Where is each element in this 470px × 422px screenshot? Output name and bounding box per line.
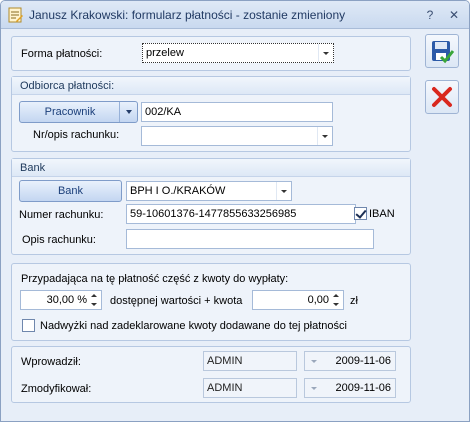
- account-number-field[interactable]: 59-10601376-1477855633256985: [126, 204, 356, 224]
- window-title: Janusz Krakowski: formularz płatności - …: [29, 8, 346, 22]
- payment-form-select[interactable]: przelew: [142, 43, 334, 63]
- chevron-down-icon[interactable]: [317, 127, 332, 145]
- amount-stepper[interactable]: 0,00: [252, 290, 344, 310]
- account-desc-label: Opis rachunku:: [22, 234, 96, 246]
- cancel-icon: [432, 87, 452, 107]
- cancel-button[interactable]: [425, 80, 459, 114]
- bank-legend: Bank: [12, 159, 410, 177]
- recipient-type-label: Pracownik: [44, 106, 96, 118]
- percent-stepper[interactable]: 30,00 %: [20, 290, 102, 310]
- account-desc-field[interactable]: [126, 229, 374, 249]
- audit-panel: Wprowadził: ADMIN 2009-11-06 Zmodyfikowa…: [11, 346, 411, 403]
- iban-checkbox[interactable]: [354, 207, 367, 220]
- entered-date-value: 2009-11-06: [335, 355, 391, 367]
- iban-label: IBAN: [369, 208, 395, 220]
- account-select[interactable]: [141, 126, 333, 146]
- percent-value: 30,00 %: [46, 294, 87, 306]
- recipient-code-field[interactable]: 002/KA: [141, 102, 333, 122]
- chevron-down-icon: [311, 360, 317, 363]
- chevron-down-icon[interactable]: [119, 102, 137, 122]
- account-number-label: Numer rachunku:: [19, 209, 104, 221]
- bank-value: BPH I O./KRAKÓW: [130, 185, 226, 197]
- account-label: Nr/opis rachunku:: [33, 129, 120, 141]
- save-icon: [432, 41, 455, 64]
- surplus-label: Nadwyżki nad zadeklarowane kwoty dodawan…: [40, 320, 347, 332]
- spinner-icon[interactable]: [89, 292, 100, 308]
- modified-date-value: 2009-11-06: [335, 382, 391, 394]
- bank-select[interactable]: BPH I O./KRAKÓW: [126, 181, 292, 201]
- surplus-checkbox[interactable]: [22, 319, 35, 332]
- chevron-down-icon: [311, 387, 317, 390]
- entered-by-field: ADMIN: [203, 351, 297, 371]
- modified-label: Zmodyfikował:: [21, 383, 92, 395]
- recipient-panel: Odbiorca płatności: Pracownik 002/KA Nr/…: [11, 76, 411, 152]
- chevron-down-icon[interactable]: [276, 182, 291, 200]
- help-button[interactable]: ?: [421, 7, 439, 23]
- save-button[interactable]: [425, 34, 459, 68]
- title-bar: Janusz Krakowski: formularz płatności - …: [1, 1, 469, 29]
- spinner-icon[interactable]: [331, 292, 342, 308]
- bank-panel: Bank Bank BPH I O./KRAKÓW Numer rachunku…: [11, 158, 411, 255]
- share-middle-text: dostępnej wartości + kwota: [110, 295, 243, 307]
- share-panel: Przypadająca na tę płatność część z kwot…: [11, 263, 411, 341]
- payment-form-panel: Forma płatności: przelew: [11, 36, 411, 71]
- form-icon: [8, 7, 23, 23]
- bank-button[interactable]: Bank: [19, 180, 122, 202]
- recipient-type-button[interactable]: Pracownik: [19, 101, 138, 123]
- modified-by-field: ADMIN: [203, 378, 297, 398]
- payment-form-value: przelew: [146, 47, 184, 59]
- entered-date-field: 2009-11-06: [304, 351, 396, 371]
- recipient-legend: Odbiorca płatności:: [12, 77, 410, 95]
- close-window-button[interactable]: ✕: [445, 7, 463, 23]
- chevron-down-icon[interactable]: [318, 44, 333, 62]
- payment-form-label: Forma płatności:: [21, 48, 103, 60]
- amount-value: 0,00: [307, 294, 329, 306]
- currency-label: zł: [350, 295, 358, 307]
- share-heading: Przypadająca na tę płatność część z kwot…: [21, 273, 289, 285]
- entered-label: Wprowadził:: [21, 356, 81, 368]
- modified-date-field: 2009-11-06: [304, 378, 396, 398]
- payment-form-window: Janusz Krakowski: formularz płatności - …: [0, 0, 470, 422]
